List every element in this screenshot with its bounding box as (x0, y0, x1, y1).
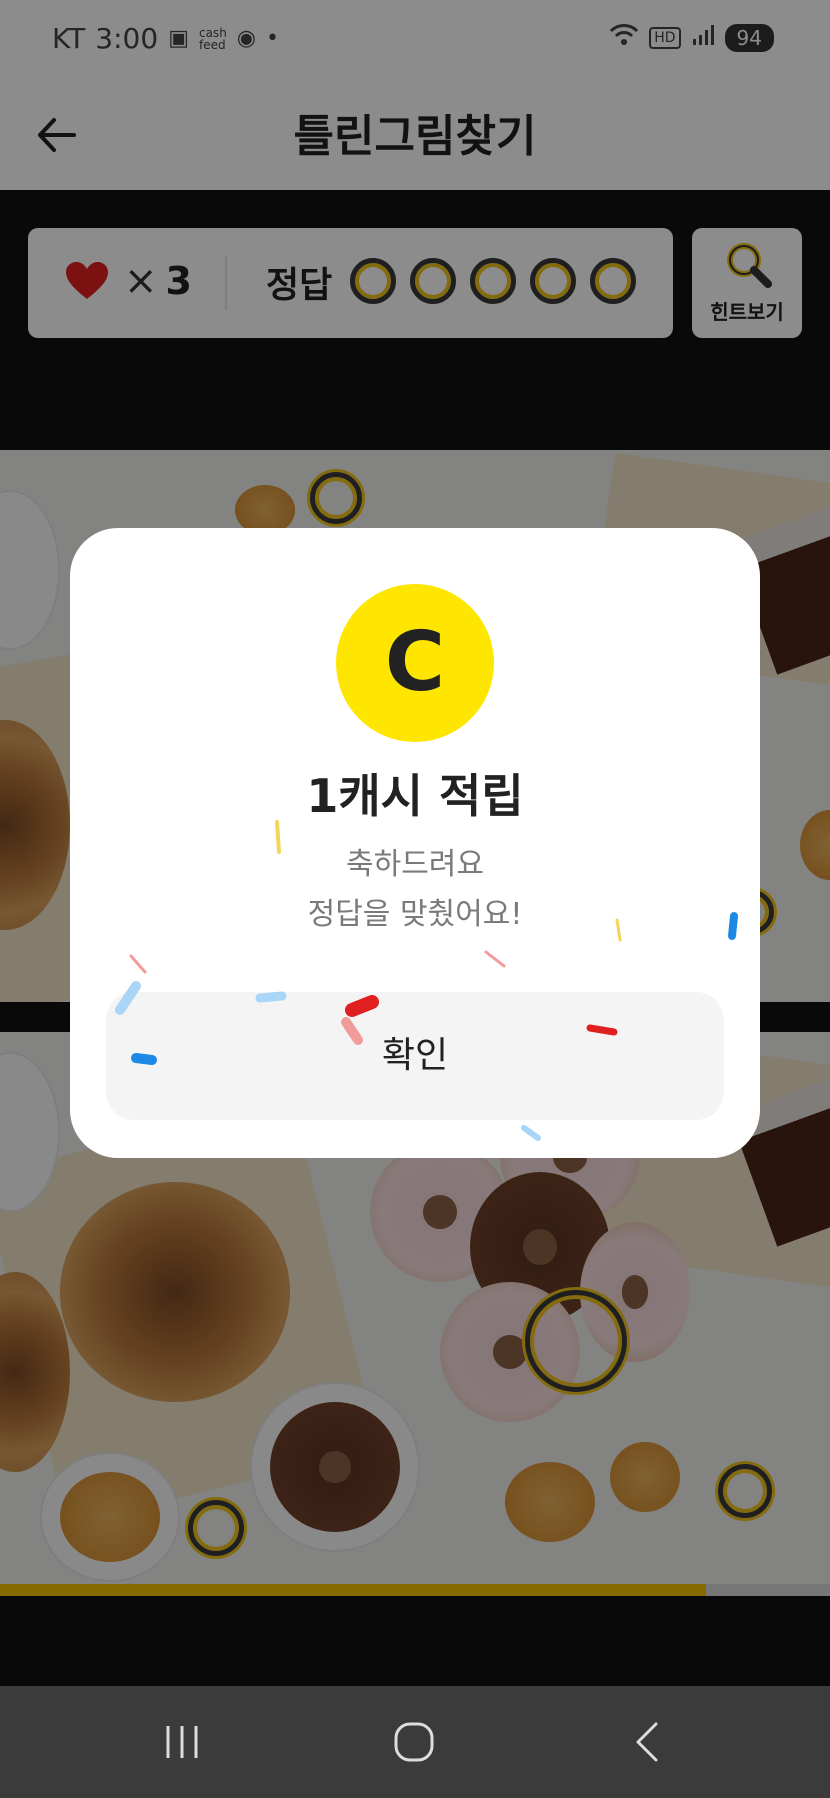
reward-dialog: C 1캐시 적립 축하드려요 정답을 맞췄어요! 확인 (70, 528, 760, 1158)
confirm-button[interactable]: 확인 (106, 992, 724, 1120)
reward-message-line2: 정답을 맞췄어요! (307, 897, 523, 932)
reward-title: 1캐시 적립 (306, 769, 524, 823)
reward-message-line1: 축하드려요 (346, 847, 484, 882)
home-icon[interactable] (384, 1712, 444, 1772)
cash-coin-icon: C (336, 584, 494, 742)
recents-icon[interactable] (152, 1712, 212, 1772)
reward-message: 축하드려요 정답을 맞췄어요! (70, 840, 760, 940)
nav-back-icon[interactable] (618, 1712, 678, 1772)
coin-letter: C (385, 615, 445, 710)
system-nav-bar (0, 1686, 830, 1798)
